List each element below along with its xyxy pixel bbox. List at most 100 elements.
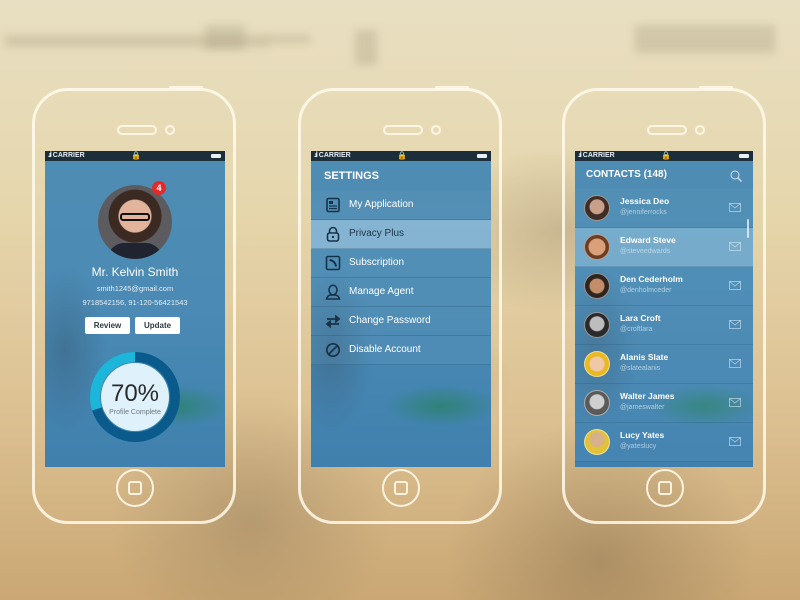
profile-phones: 9718542156, 91-120-56421543 — [82, 298, 188, 307]
earpiece-speaker — [117, 125, 157, 135]
contact-row[interactable]: Alanis Slate @slatealanis — [575, 345, 753, 384]
contact-handle: @jameswalter — [620, 404, 665, 411]
mail-icon[interactable] — [729, 398, 741, 407]
contact-avatar — [584, 390, 610, 416]
home-button[interactable] — [382, 469, 420, 507]
mail-icon[interactable] — [729, 437, 741, 446]
settings-item-change-password[interactable]: Change Password — [311, 307, 491, 336]
status-bar: .ıl CARRIER 🔒 — [575, 151, 753, 161]
lock-icon: 🔒 — [397, 151, 407, 160]
contact-avatar — [584, 312, 610, 338]
carrier-text: CARRIER — [52, 152, 85, 159]
contact-name: Edward Steve — [620, 235, 676, 245]
contact-name: Walter James — [620, 391, 675, 401]
progress-caption: Profile Complete — [109, 409, 161, 416]
contacts-title: CONTACTS (148) — [586, 169, 667, 180]
mail-icon[interactable] — [729, 242, 741, 251]
contact-row[interactable]: Walter James @jameswalter — [575, 384, 753, 423]
contact-handle: @steveedwards — [620, 248, 671, 255]
background-blur — [205, 25, 245, 50]
contact-handle: @denholmceder — [620, 287, 672, 294]
contact-avatar — [584, 234, 610, 260]
settings-title: SETTINGS — [324, 170, 380, 182]
review-button[interactable]: Review — [85, 317, 130, 334]
lock-icon: 🔒 — [131, 151, 141, 160]
earpiece-speaker — [647, 125, 687, 135]
settings-item-subscription[interactable]: Subscription — [311, 249, 491, 278]
contact-row[interactable]: Jessica Deo @jenniferrocks — [575, 189, 753, 228]
lock-icon: 🔒 — [661, 151, 671, 160]
mail-icon[interactable] — [729, 359, 741, 368]
signal-icon: .ıl — [578, 152, 582, 159]
settings-item-label: Change Password — [349, 315, 431, 326]
contact-name: Lucy Yates — [620, 430, 665, 440]
phone-profile: .ıl CARRIER 🔒 4 Mr. Kelvin Smith smith12… — [32, 86, 236, 524]
mail-icon[interactable] — [729, 320, 741, 329]
home-button[interactable] — [116, 469, 154, 507]
earpiece-speaker — [383, 125, 423, 135]
scrollbar[interactable] — [747, 219, 749, 238]
contact-name: Alanis Slate — [620, 352, 669, 362]
contact-handle: @jenniferrocks — [620, 209, 667, 216]
carrier-text: CARRIER — [318, 152, 351, 159]
rss-icon — [325, 255, 341, 271]
padlock-icon — [326, 226, 340, 242]
profile-screen: .ıl CARRIER 🔒 4 Mr. Kelvin Smith smith12… — [45, 151, 225, 467]
profile-name: Mr. Kelvin Smith — [91, 265, 179, 279]
carrier-text: CARRIER — [582, 152, 615, 159]
search-icon[interactable] — [730, 170, 742, 182]
contact-row[interactable]: Lara Croft @croftlara — [575, 306, 753, 345]
notification-badge[interactable]: 4 — [152, 181, 166, 195]
avatar-glasses — [120, 213, 150, 221]
contact-avatar — [584, 351, 610, 377]
front-camera — [431, 125, 441, 135]
background-blur — [355, 30, 377, 65]
avatar[interactable] — [98, 185, 172, 259]
power-button — [435, 86, 469, 89]
carrier-label: .ıl CARRIER — [314, 151, 351, 161]
phone-settings: .ıl CARRIER 🔒 SETTINGS My Application Pr… — [298, 86, 502, 524]
home-button[interactable] — [646, 469, 684, 507]
settings-item-disable-account[interactable]: Disable Account — [311, 336, 491, 365]
contact-list: Jessica Deo @jenniferrocks Edward Steve @st… — [575, 189, 753, 462]
block-icon — [325, 342, 341, 358]
contact-name: Lara Croft — [620, 313, 661, 323]
power-button — [169, 86, 203, 89]
settings-item-privacy-plus[interactable]: Privacy Plus — [311, 220, 491, 249]
contact-name: Den Cederholm — [620, 274, 683, 284]
mail-icon[interactable] — [729, 281, 741, 290]
document-icon — [326, 197, 340, 213]
settings-item-manage-agent[interactable]: Manage Agent — [311, 278, 491, 307]
settings-screen: .ıl CARRIER 🔒 SETTINGS My Application Pr… — [311, 151, 491, 467]
contact-row[interactable]: Lucy Yates @yateslucy — [575, 423, 753, 462]
settings-item-label: Manage Agent — [349, 286, 414, 297]
contact-handle: @croftlara — [620, 326, 653, 333]
battery-icon — [211, 154, 221, 158]
battery-icon — [477, 154, 487, 158]
carrier-label: .ıl CARRIER — [48, 151, 85, 161]
settings-item-my-application[interactable]: My Application — [311, 191, 491, 220]
settings-item-label: Privacy Plus — [349, 228, 405, 239]
progress-percent: 70% — [110, 380, 160, 407]
signal-icon: .ıl — [48, 152, 52, 159]
background-blur — [635, 25, 775, 53]
battery-icon — [739, 154, 749, 158]
mail-icon[interactable] — [729, 203, 741, 212]
front-camera — [695, 125, 705, 135]
contact-row[interactable]: Edward Steve @steveedwards — [575, 228, 753, 267]
contact-avatar — [584, 429, 610, 455]
contact-name: Jessica Deo — [620, 196, 670, 206]
user-icon — [325, 284, 341, 300]
settings-item-label: Subscription — [349, 257, 405, 268]
update-button[interactable]: Update — [135, 317, 180, 334]
contact-row[interactable]: Den Cederholm @denholmceder — [575, 267, 753, 306]
profile-email: smith1245@gmail.com — [96, 284, 174, 293]
status-bar: .ıl CARRIER 🔒 — [311, 151, 491, 161]
contacts-screen: .ıl CARRIER 🔒 CONTACTS (148) Jessica Deo… — [575, 151, 753, 467]
status-bar: .ıl CARRIER 🔒 — [45, 151, 225, 161]
signal-icon: .ıl — [314, 152, 318, 159]
swap-arrows-icon — [325, 314, 341, 329]
contact-avatar — [584, 273, 610, 299]
background-blur — [270, 35, 310, 43]
settings-item-label: My Application — [349, 199, 414, 210]
